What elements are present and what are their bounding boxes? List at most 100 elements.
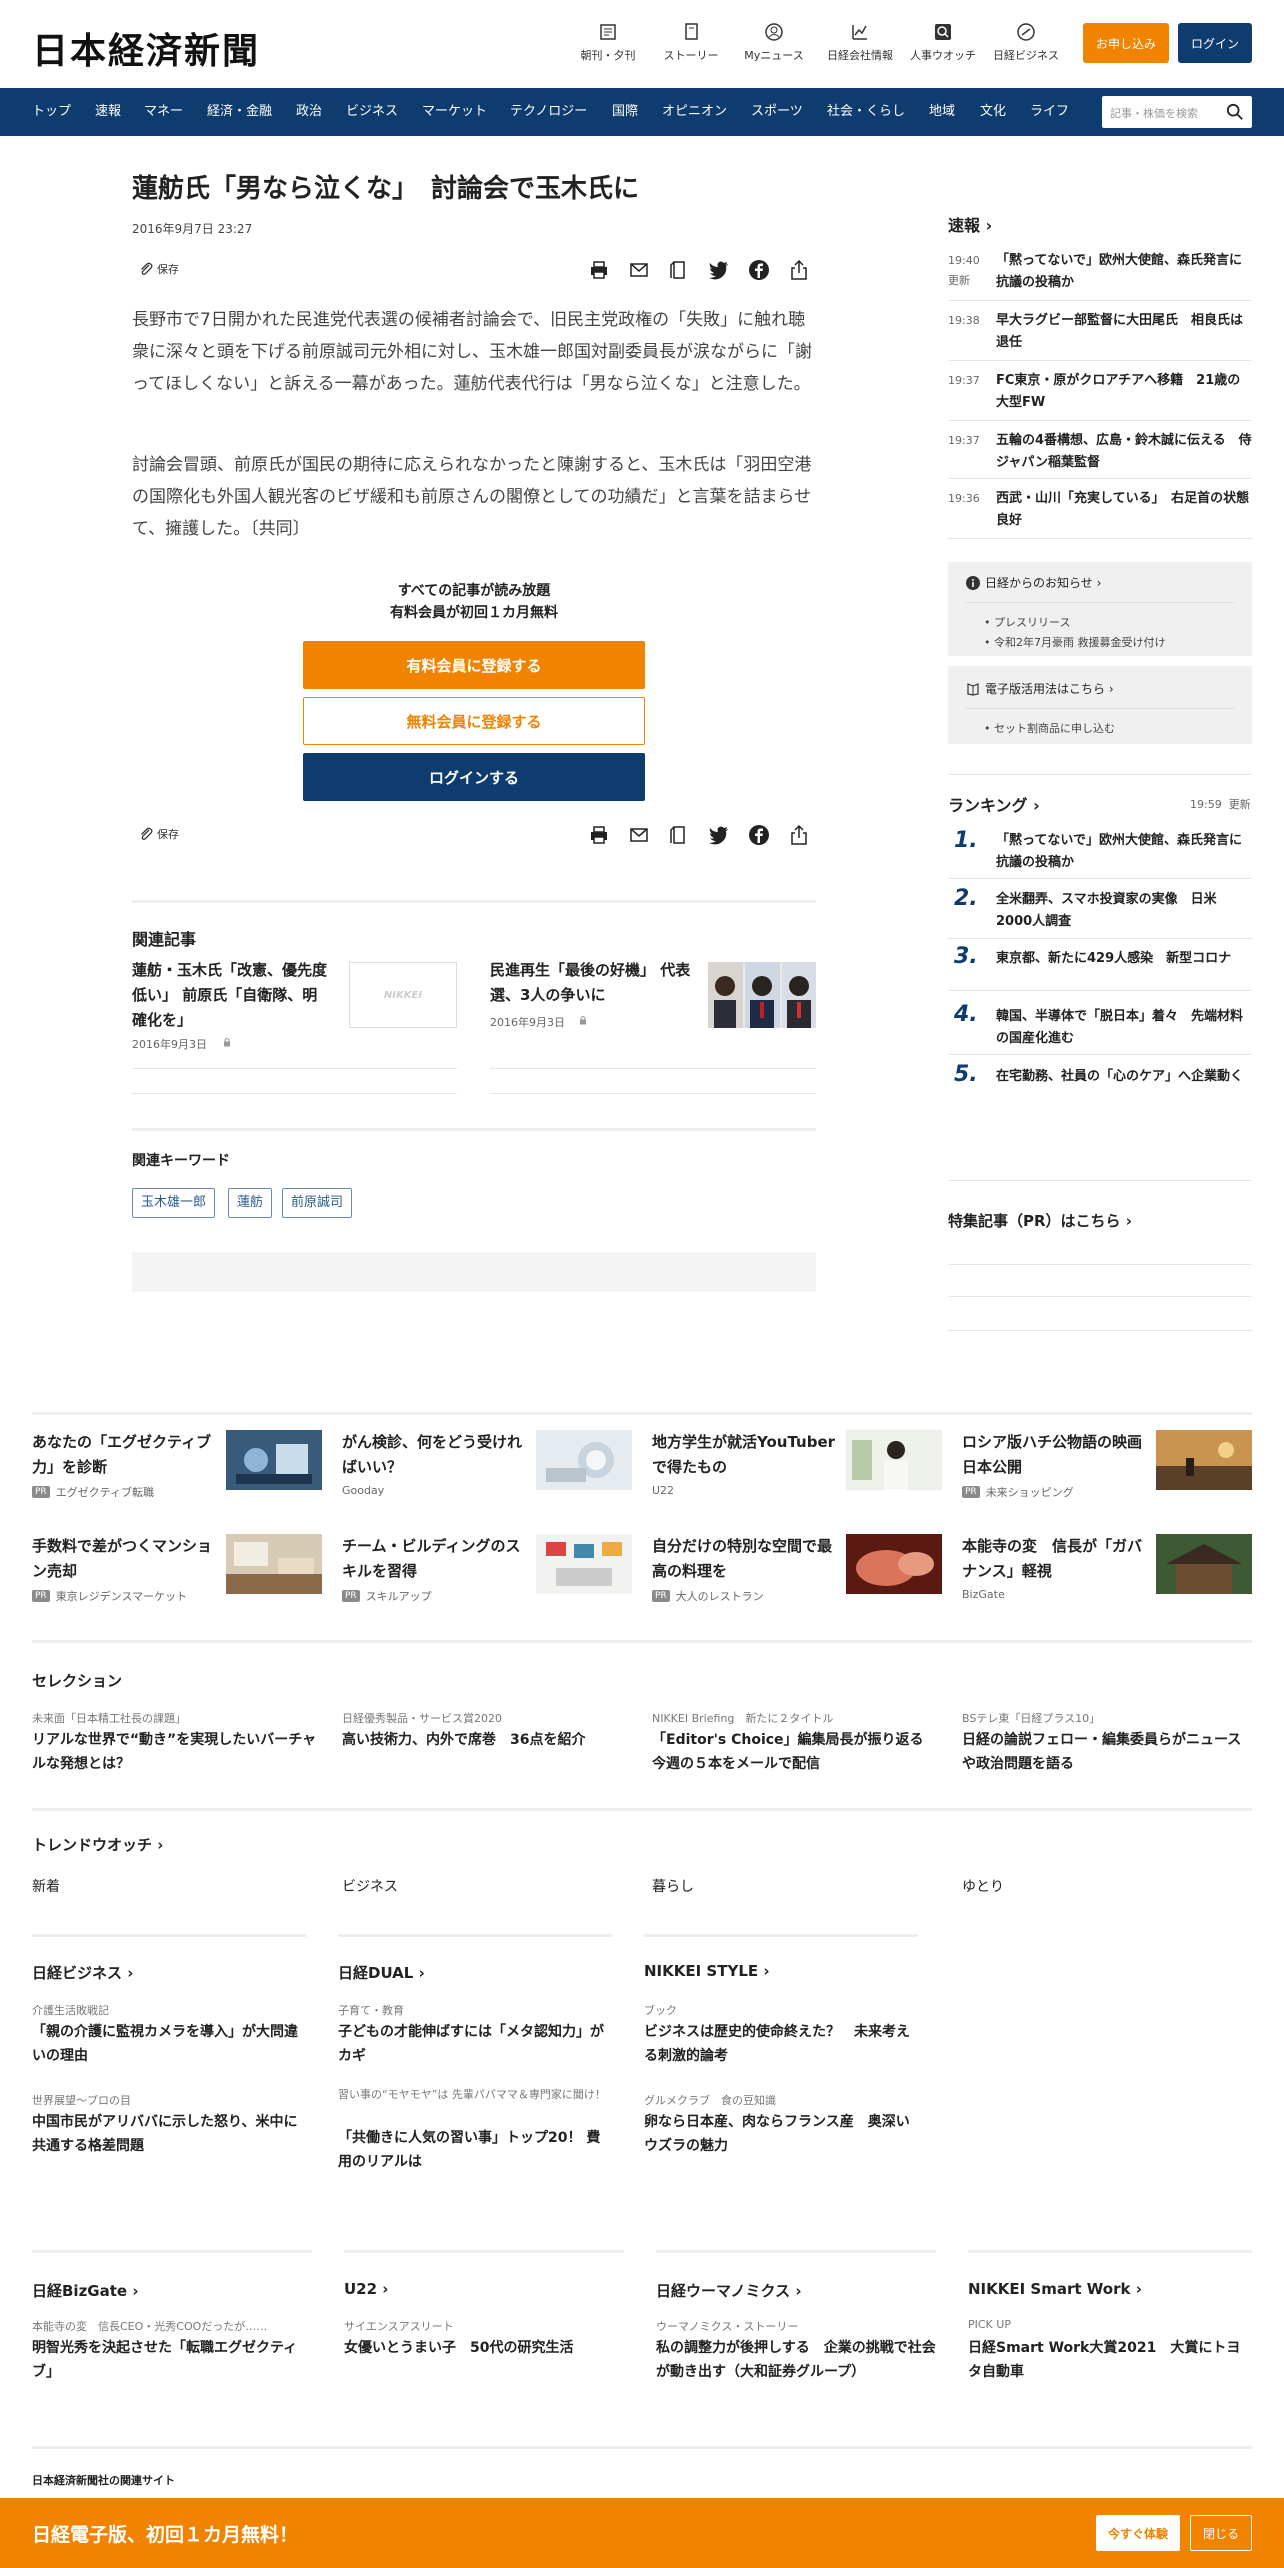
related-thumb-politicians[interactable] [708,962,816,1028]
nav-nikkei-business[interactable]: 日経ビジネス [986,22,1066,63]
mail-icon[interactable] [628,824,650,846]
ad-title[interactable]: 地方学生が就活YouTuberで得たもの [652,1430,842,1480]
trend-heading[interactable]: トレンドウオッチ › [32,1834,163,1855]
news-item[interactable]: 五輪の4番構想、広島・鈴木誠に伝える 侍ジャパン稲葉監督 [996,430,1252,474]
news-item[interactable]: 西武・山川「充実している」 右足首の状態良好 [996,488,1252,532]
ad-thumb[interactable] [846,1534,942,1594]
ad-title[interactable]: ロシア版ハチ公物語の映画日本公開 [962,1430,1152,1480]
special-heading[interactable]: 特集記事（PR）はこちら › [948,1210,1132,1231]
column-title[interactable]: 中国市民がアリババに示した怒り、米中に共通する格差問題 [32,2110,302,2158]
facebook-icon[interactable] [748,824,770,846]
news-item[interactable]: 早大ラグビー部監督に大田尾氏 相良氏は退任 [996,310,1252,354]
paid-register-button[interactable]: 有料会員に登録する [303,641,645,689]
nav-personnel-watch[interactable]: 人事ウオッチ [903,22,983,63]
trend-tab-life[interactable]: 暮らし [652,1876,694,1896]
related-article-title[interactable]: 蓮舫・玉木氏「改憲、優先度低い」 前原氏「自衛隊、明確化を」 [132,958,332,1033]
ranking-heading[interactable]: ランキング › [948,792,1040,816]
search-input[interactable]: 記事・株価を検索 [1102,96,1252,128]
keyword-tag[interactable]: 前原誠司 [282,1188,353,1218]
nav-sokuho[interactable]: 速報 [95,88,121,136]
notice-heading[interactable]: 日経からのお知らせ › [966,574,1101,591]
ad-thumb[interactable] [536,1430,632,1490]
note-icon[interactable] [668,824,690,846]
note-icon[interactable] [668,259,690,281]
column-title[interactable]: 日経Smart Work大賞2021 大賞にトヨタ自動車 [968,2336,1252,2384]
related-article-title[interactable]: 民進再生「最後の好機」 代表選、3人の争いに [490,958,700,1008]
try-now-button[interactable]: 今すぐ体験 [1096,2515,1180,2551]
news-item[interactable]: FC東京・原がクロアチアへ移籍 21歳の大型FW [996,370,1252,414]
twitter-icon[interactable] [708,824,730,846]
ranking-item[interactable]: 全米翻弄、スマホ投資家の実像 日米2000人調査 [996,889,1252,933]
print-icon[interactable] [588,259,610,281]
share-icon[interactable] [788,824,810,846]
nav-culture[interactable]: 文化 [980,88,1006,136]
column-title[interactable]: ビジネスは歴史的使命終えた？ 未来考える刺激的論考 [644,2020,914,2068]
ad-thumb[interactable] [1156,1430,1252,1490]
facebook-icon[interactable] [748,259,770,281]
selection-title[interactable]: 「Editor's Choice」編集局長が振り返る今週の５本をメールで配信 [652,1728,937,1776]
nav-business[interactable]: ビジネス [346,88,398,136]
selection-title[interactable]: 高い技術力、内外で席巻 36点を紹介 [342,1728,627,1752]
keyword-tag[interactable]: 玉木雄一郎 [132,1188,216,1218]
share-icon[interactable] [788,259,810,281]
nav-economy[interactable]: 経済・金融 [207,88,272,136]
column-title[interactable]: 私の調整力が後押しする 企業の挑戦で社会が動き出す（大和証券グループ） [656,2336,942,2384]
ranking-item[interactable]: 在宅勤務、社員の「心のケア」へ企業動く [996,1066,1252,1088]
close-banner-button[interactable]: 閉じる [1190,2515,1252,2551]
twitter-icon[interactable] [708,259,730,281]
notice-item[interactable]: • プレスリリース [984,614,1070,630]
column-title[interactable]: 女優いとうまい子 50代の研究生活 [344,2336,624,2360]
trend-tab-new[interactable]: 新着 [32,1876,60,1896]
apply-button[interactable]: お申し込み [1083,23,1169,63]
ad-title[interactable]: 自分だけの特別な空間で最高の料理を [652,1534,842,1584]
column-title[interactable]: 「共働きに人気の習い事」トップ20！ 費用のリアルは [338,2126,608,2174]
nav-technology[interactable]: テクノロジー [510,88,587,136]
nav-my-news[interactable]: Myニュース [734,22,814,63]
nav-international[interactable]: 国際 [612,88,638,136]
column-heading[interactable]: NIKKEI Smart Work › [968,2280,1142,2298]
search-icon[interactable] [1226,103,1244,121]
free-register-button[interactable]: 無料会員に登録する [303,697,645,745]
header-login-button[interactable]: ログイン [1178,23,1252,63]
ad-thumb[interactable] [1156,1534,1252,1594]
column-heading[interactable]: U22 › [344,2280,388,2298]
column-heading[interactable]: 日経ウーマノミクス › [656,2280,802,2301]
column-heading[interactable]: 日経DUAL › [338,1962,425,1983]
ad-title[interactable]: がん検診、何をどう受ければいい？ [342,1430,532,1480]
trend-tab-business[interactable]: ビジネス [342,1876,398,1896]
news-item[interactable]: 「黙ってないで」欧州大使館、森氏発言に抗議の投稿か [996,250,1252,294]
selection-title[interactable]: リアルな世界で“動き”を実現したいバーチャルな発想とは？ [32,1728,317,1776]
column-heading[interactable]: NIKKEI STYLE › [644,1962,770,1980]
column-heading[interactable]: 日経ビジネス › [32,1962,133,1983]
ebook-heading[interactable]: 電子版活用法はこちら › [966,680,1114,697]
ad-title[interactable]: チーム・ビルディングのスキルを習得 [342,1534,532,1584]
mail-icon[interactable] [628,259,650,281]
ad-thumb[interactable] [846,1430,942,1490]
column-heading[interactable]: 日経BizGate › [32,2280,139,2301]
ad-thumb[interactable] [226,1430,322,1490]
site-logo[interactable]: 日本経済新聞 [32,22,260,74]
column-title[interactable]: 子どもの才能伸ばすには「メタ認知力」がカギ [338,2020,608,2068]
nav-sports[interactable]: スポーツ [751,88,803,136]
ebook-item[interactable]: • セット割商品に申し込む [984,720,1115,736]
ad-thumb[interactable] [226,1534,322,1594]
column-title[interactable]: 明智光秀を決起させた「転職エグゼクティブ」 [32,2336,312,2384]
trend-tab-leisure[interactable]: ゆとり [962,1876,1004,1896]
ad-title[interactable]: 手数料で差がつくマンション売却 [32,1534,222,1584]
selection-title[interactable]: 日経の論説フェロー・編集委員らがニュースや政治問題を語る [962,1728,1247,1776]
notice-item[interactable]: • 令和2年7月豪雨 救援募金受け付け [984,634,1166,650]
nav-money[interactable]: マネー [144,88,183,136]
nav-market[interactable]: マーケット [422,88,487,136]
column-title[interactable]: 卵なら日本産、肉ならフランス産 奥深いウズラの魅力 [644,2110,914,2158]
nav-opinion[interactable]: オピニオン [662,88,727,136]
article-login-button[interactable]: ログインする [303,753,645,801]
nav-region[interactable]: 地域 [929,88,955,136]
ad-title[interactable]: 本能寺の変 信長が「ガバナンス」軽視 [962,1534,1152,1584]
print-icon[interactable] [588,824,610,846]
nav-top[interactable]: トップ [32,88,71,136]
save-button[interactable]: 保存 [138,261,179,277]
nav-society[interactable]: 社会・くらし [827,88,905,136]
ad-title[interactable]: あなたの「エグゼクティブ力」を診断 [32,1430,222,1480]
ad-thumb[interactable] [536,1534,632,1594]
ranking-item[interactable]: 東京都、新たに429人感染 新型コロナ [996,948,1252,970]
